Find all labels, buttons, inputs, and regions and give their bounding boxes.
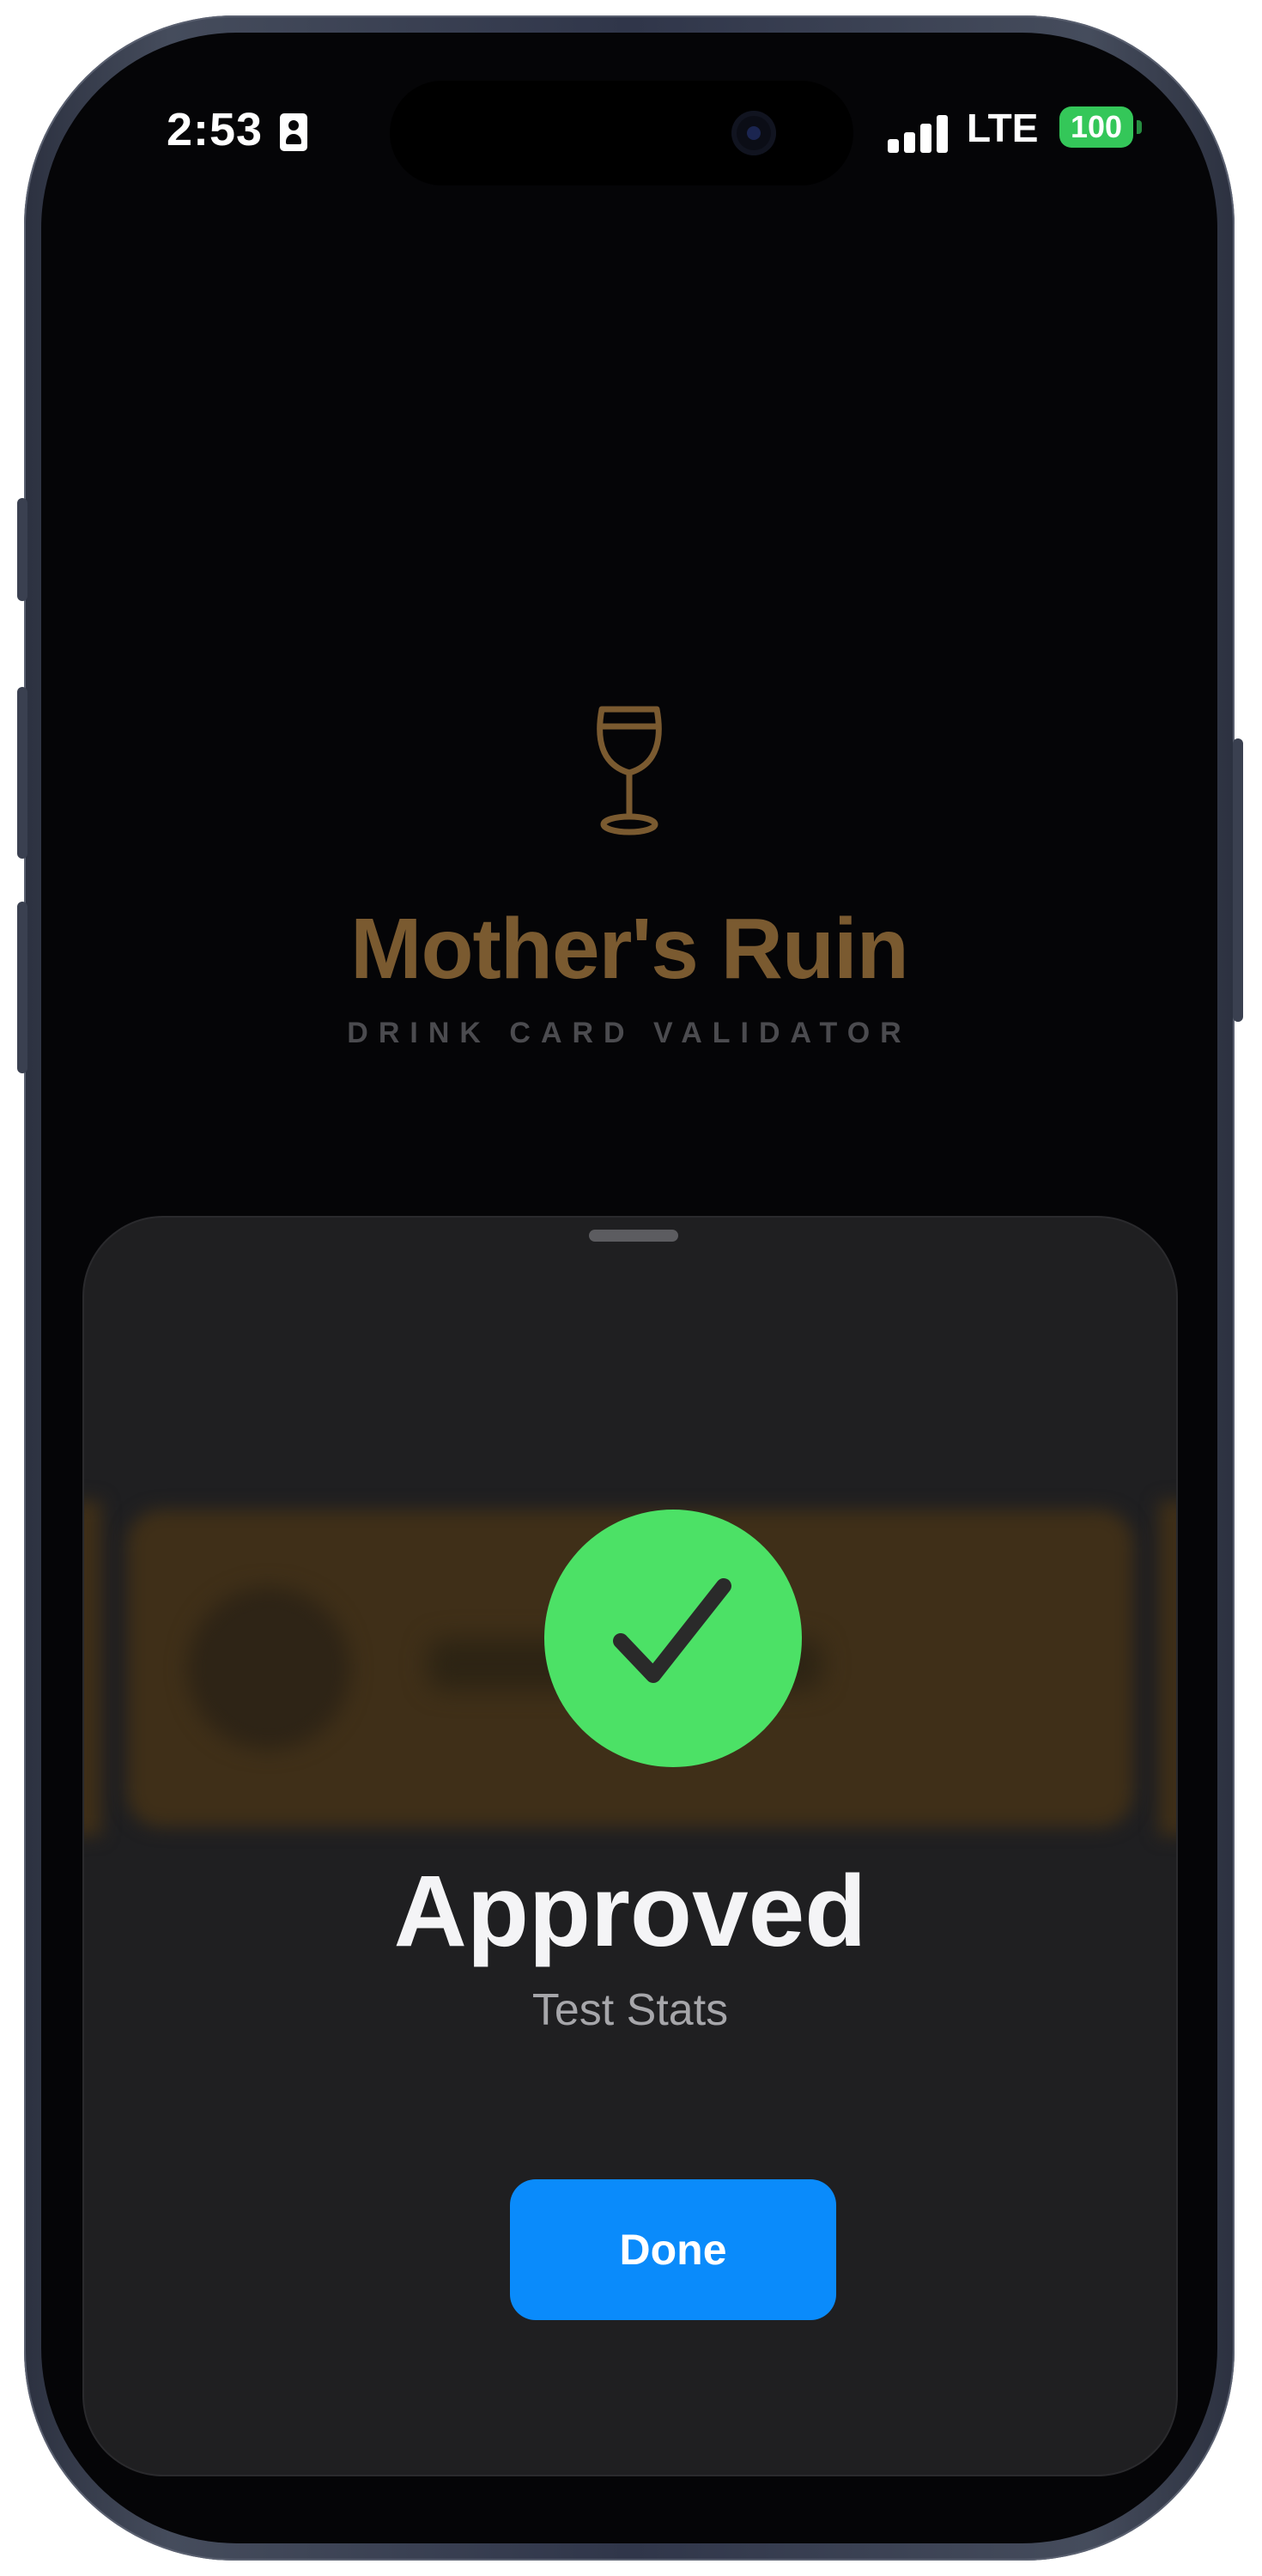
volume-down-button: [17, 902, 27, 1073]
blurred-card-edge-right: [1159, 1501, 1176, 1836]
power-button: [1233, 738, 1243, 1022]
blurred-card-edge-left: [84, 1501, 101, 1836]
action-button: [17, 498, 27, 601]
done-button[interactable]: Done: [510, 2179, 836, 2320]
battery-tip: [1137, 120, 1142, 134]
blurred-card-emblem: [187, 1587, 350, 1750]
status-time: 2:53: [167, 104, 264, 155]
cellular-signal-icon: [888, 115, 948, 153]
result-detail: Test Stats: [531, 1985, 729, 2035]
result-title: Approved: [393, 1855, 867, 1968]
wine-glass-icon: [597, 706, 662, 835]
volume-up-button: [17, 687, 27, 859]
result-sheet: Approved Test Stats Done: [84, 1218, 1176, 2475]
app-subtitle: DRINK CARD VALIDATOR: [347, 1017, 912, 1049]
network-type: LTE: [967, 106, 1039, 150]
battery-indicator: 100: [1059, 106, 1133, 148]
sheet-grabber[interactable]: [589, 1230, 678, 1242]
checkmark-icon: [613, 1578, 731, 1683]
contact-card-icon: [280, 113, 307, 151]
dynamic-island: [390, 81, 853, 185]
screen: 2:53 LTE 100 Mother's Ruin DRINK CARD VA…: [41, 33, 1217, 2543]
status-bar: 2:53 LTE 100: [41, 33, 1217, 204]
app-title: Mother's Ruin: [350, 901, 909, 997]
approved-status-icon: [544, 1510, 802, 1767]
camera-icon: [731, 111, 776, 155]
